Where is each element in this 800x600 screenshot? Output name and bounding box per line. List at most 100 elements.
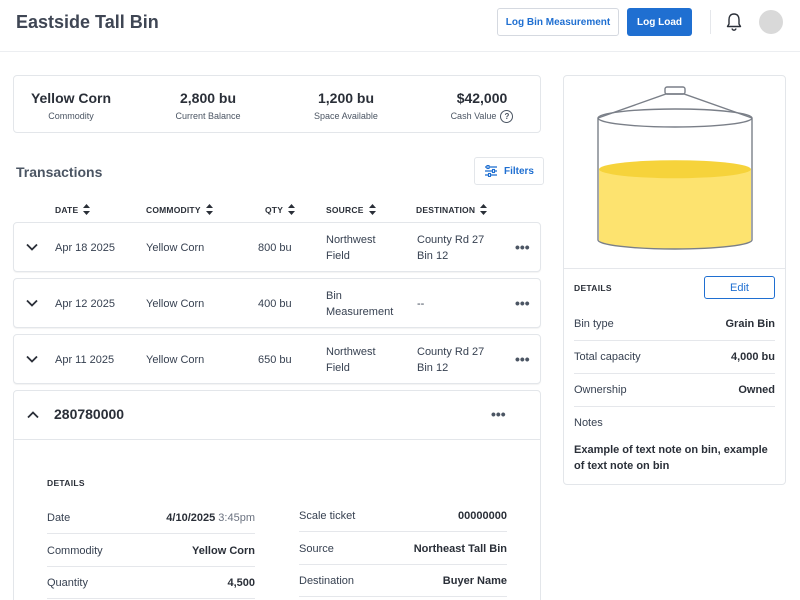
prop-key: Bin type xyxy=(574,318,614,330)
detail-value: Yellow Corn xyxy=(192,544,255,557)
row-destination-line2: Bin 12 xyxy=(417,250,449,262)
transactions-title: Transactions xyxy=(16,164,103,180)
summary-value: Yellow Corn xyxy=(30,90,112,106)
row-source-line2: Field xyxy=(326,362,350,374)
prop-value: Owned xyxy=(738,384,775,396)
row-source-line1: Bin xyxy=(326,290,342,302)
chevron-up-icon[interactable] xyxy=(26,408,40,422)
notes-text: Example of text note on bin, example of … xyxy=(574,444,768,472)
more-options-icon[interactable]: ••• xyxy=(491,406,506,422)
prop-key: Ownership xyxy=(574,384,627,396)
bin-prop-ownership: Ownership Owned xyxy=(574,374,775,407)
prop-value: Grain Bin xyxy=(725,318,775,330)
header-divider xyxy=(710,10,711,34)
row-qty: 650 bu xyxy=(258,354,292,366)
transaction-row[interactable]: Apr 12 2025 Yellow Corn 400 bu Bin Measu… xyxy=(13,278,541,328)
row-commodity: Yellow Corn xyxy=(146,354,205,366)
sort-icon xyxy=(83,204,91,215)
column-header-qty[interactable]: QTY xyxy=(265,204,296,215)
transaction-row[interactable]: Apr 11 2025 Yellow Corn 650 bu Northwest… xyxy=(13,334,541,384)
detail-value: Northeast Tall Bin xyxy=(413,542,507,555)
row-date: Apr 12 2025 xyxy=(55,298,115,310)
row-destination-line1: County Rd 27 xyxy=(417,234,485,246)
log-bin-measurement-button[interactable]: Log Bin Measurement xyxy=(497,8,619,36)
row-source-line2: Field xyxy=(326,250,350,262)
row-destination-line2: Bin 12 xyxy=(417,362,449,374)
row-destination-line1: -- xyxy=(417,298,425,310)
detail-key: Commodity xyxy=(47,544,103,557)
row-destination-line1: County Rd 27 xyxy=(417,346,485,358)
more-options-icon[interactable]: ••• xyxy=(515,239,530,255)
summary-commodity: Yellow Corn Commodity xyxy=(6,89,136,123)
details-heading: DETAILS xyxy=(47,478,85,488)
row-date: Apr 18 2025 xyxy=(55,242,115,254)
grain-fill xyxy=(599,169,751,249)
detail-value: 00000000 xyxy=(458,509,507,522)
summary-current-balance: 2,800 bu Current Balance xyxy=(143,89,273,123)
summary-label: Commodity xyxy=(48,111,94,121)
summary-label: Space Available xyxy=(314,111,378,121)
detail-destination: Destination Buyer Name xyxy=(299,565,507,597)
detail-key: Scale ticket xyxy=(299,509,356,522)
filters-button[interactable]: Filters xyxy=(474,157,544,185)
more-options-icon[interactable]: ••• xyxy=(515,295,530,311)
detail-key: Quantity xyxy=(47,576,88,589)
row-qty: 400 bu xyxy=(258,298,292,310)
row-qty: 800 bu xyxy=(258,242,292,254)
prop-value: 4,000 bu xyxy=(730,351,775,363)
log-load-button[interactable]: Log Load xyxy=(627,8,692,36)
column-header-date[interactable]: DATE xyxy=(55,204,91,215)
row-commodity: Yellow Corn xyxy=(146,242,205,254)
detail-key: Source xyxy=(299,542,334,555)
panel-divider xyxy=(564,268,785,269)
summary-card: Yellow Corn Commodity 2,800 bu Current B… xyxy=(13,75,541,133)
summary-value: 1,200 bu xyxy=(317,90,375,106)
row-source-line1: Northwest xyxy=(326,346,376,358)
row-date: Apr 11 2025 xyxy=(55,354,115,366)
chevron-down-icon[interactable] xyxy=(25,240,39,254)
sort-icon xyxy=(288,204,296,215)
detail-commodity: Commodity Yellow Corn xyxy=(47,535,255,567)
notes-label: Notes xyxy=(574,417,603,429)
bin-prop-type: Bin type Grain Bin xyxy=(574,308,775,341)
column-header-destination[interactable]: DESTINATION xyxy=(416,204,488,215)
detail-source: Source Northeast Tall Bin xyxy=(299,533,507,565)
column-label: DESTINATION xyxy=(416,204,476,215)
detail-value: 4/10/2025 xyxy=(166,511,216,524)
expanded-transaction: 280780000 ••• DETAILS Date 4/10/2025 3:4… xyxy=(13,390,541,600)
detail-value: 4,500 xyxy=(227,576,255,589)
row-source-line1: Northwest xyxy=(326,234,376,246)
summary-label: Current Balance xyxy=(175,111,241,121)
prop-key: Total capacity xyxy=(574,351,641,363)
transaction-row[interactable]: Apr 18 2025 Yellow Corn 800 bu Northwest… xyxy=(13,222,541,272)
detail-value: Buyer Name xyxy=(442,574,507,587)
transaction-id: 280780000 xyxy=(54,406,125,422)
summary-value: 2,800 bu xyxy=(179,90,237,106)
grain-fill-top xyxy=(599,160,751,179)
summary-cash-value: $42,000 Cash Value? xyxy=(417,89,547,123)
sort-icon xyxy=(368,204,376,215)
page-header: Eastside Tall Bin Log Bin Measurement Lo… xyxy=(0,0,800,52)
more-options-icon[interactable]: ••• xyxy=(515,351,530,367)
detail-key: Date xyxy=(47,511,71,524)
bin-details-panel: DETAILS Edit Bin type Grain Bin Total ca… xyxy=(563,75,786,485)
sort-icon xyxy=(480,204,488,215)
chevron-down-icon[interactable] xyxy=(25,296,39,310)
column-header-commodity[interactable]: COMMODITY xyxy=(146,204,213,215)
bin-prop-capacity: Total capacity 4,000 bu xyxy=(574,341,775,374)
column-label: COMMODITY xyxy=(146,204,201,215)
details-heading: DETAILS xyxy=(574,283,612,293)
avatar[interactable] xyxy=(759,10,783,34)
bell-icon[interactable] xyxy=(725,12,743,32)
edit-button[interactable]: Edit xyxy=(704,276,775,299)
grain-bin-illustration xyxy=(597,86,753,250)
expanded-transaction-header[interactable]: 280780000 ••• xyxy=(14,391,540,440)
detail-key: Destination xyxy=(299,574,355,587)
help-icon[interactable]: ? xyxy=(500,109,514,123)
detail-scale-ticket: Scale ticket 00000000 xyxy=(299,500,507,532)
page-title: Eastside Tall Bin xyxy=(16,12,159,32)
column-header-source[interactable]: SOURCE xyxy=(326,204,376,215)
filter-sliders-icon xyxy=(484,165,497,177)
chevron-down-icon[interactable] xyxy=(25,352,39,366)
row-source-line2: Measurement xyxy=(326,306,394,318)
